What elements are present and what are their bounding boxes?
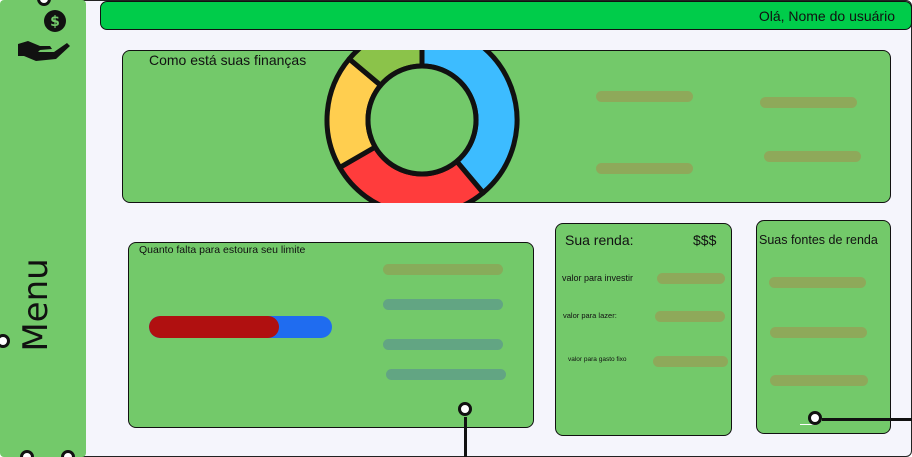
finances-value-bar-3 (596, 163, 693, 174)
income-sources-title: Suas fontes de renda (759, 233, 878, 247)
donut-center (365, 63, 479, 177)
limit-value-bar-2 (383, 299, 503, 310)
income-symbol: $$$ (693, 232, 717, 248)
income-source-bar-2 (770, 327, 867, 338)
finances-value-bar-4 (764, 151, 861, 162)
menu-label[interactable]: Menu (16, 258, 56, 351)
income-label-leisure: valor para lazer: (563, 311, 617, 320)
income-label-invest: valor para investir (562, 273, 634, 283)
limit-title: Quanto falta para estoura seu limite (139, 244, 306, 256)
header-bar: Olá, Nome do usuário (100, 1, 912, 30)
connector-handle-sources[interactable] (808, 411, 822, 425)
connector-handle-limit[interactable] (458, 402, 472, 416)
resize-handle-bottom-left[interactable] (20, 450, 34, 457)
donut-svg (324, 50, 520, 203)
income-value-fixed (653, 356, 728, 367)
finances-donut-chart (323, 50, 523, 203)
limit-value-bar-4 (386, 369, 506, 380)
limit-value-bar-1 (383, 264, 503, 275)
connector-line-limit (464, 417, 467, 457)
finances-value-bar-2 (760, 97, 857, 108)
money-hand-icon: $ (18, 10, 70, 61)
income-source-bar-1 (769, 277, 866, 288)
svg-text:$: $ (50, 14, 60, 30)
limit-progress-bar (149, 316, 332, 338)
income-value-leisure (655, 311, 725, 322)
income-source-bar-3 (770, 375, 868, 386)
limit-value-bar-3 (383, 339, 503, 350)
connector-line-sources (822, 418, 912, 421)
limit-progress-used (149, 316, 279, 338)
finances-value-bar-1 (596, 91, 693, 102)
income-label-fixed: valor para gasto fixo (568, 356, 627, 363)
income-title: Sua renda: (565, 232, 634, 248)
finances-title: Como está suas finanças (149, 52, 307, 68)
resize-handle-bottom-right[interactable] (61, 450, 75, 457)
income-card: Sua renda: $$$ (555, 223, 732, 436)
user-greeting[interactable]: Olá, Nome do usuário (759, 8, 895, 24)
income-value-invest (657, 273, 725, 284)
sidebar[interactable]: $ Menu (0, 0, 86, 457)
